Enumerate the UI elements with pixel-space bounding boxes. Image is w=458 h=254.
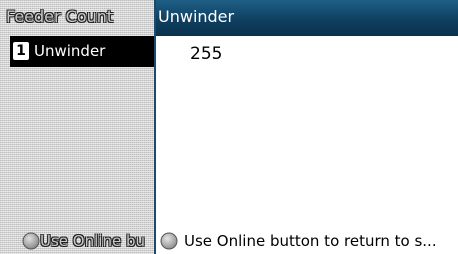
dialog-footer-hint: Use Online button to return to s... [184, 232, 437, 250]
item-index-badge: 1 [13, 42, 29, 60]
feeder-count-value: 255 [190, 44, 223, 64]
feeder-count-panel: Feeder Count 1 Unwinder Use Online bu [0, 0, 154, 254]
unwinder-dialog: Unwinder 255 Use Online button to return… [154, 0, 458, 254]
list-item-label: Unwinder [34, 42, 106, 60]
dialog-footer: Use Online button to return to s... [156, 228, 458, 254]
printer-panel-screen: Feeder Count 1 Unwinder Use Online bu Un… [0, 0, 458, 254]
dialog-title: Unwinder [158, 7, 235, 26]
left-footer-hint: Use Online bu [40, 232, 145, 250]
online-indicator-icon [22, 232, 40, 250]
dialog-header: Unwinder [156, 0, 458, 36]
online-indicator-icon [160, 232, 178, 250]
left-panel-title: Feeder Count [6, 7, 114, 26]
list-item-unwinder[interactable]: 1 Unwinder [10, 36, 154, 67]
left-panel-header: Feeder Count [0, 0, 154, 36]
left-panel-footer: Use Online bu [0, 228, 154, 254]
